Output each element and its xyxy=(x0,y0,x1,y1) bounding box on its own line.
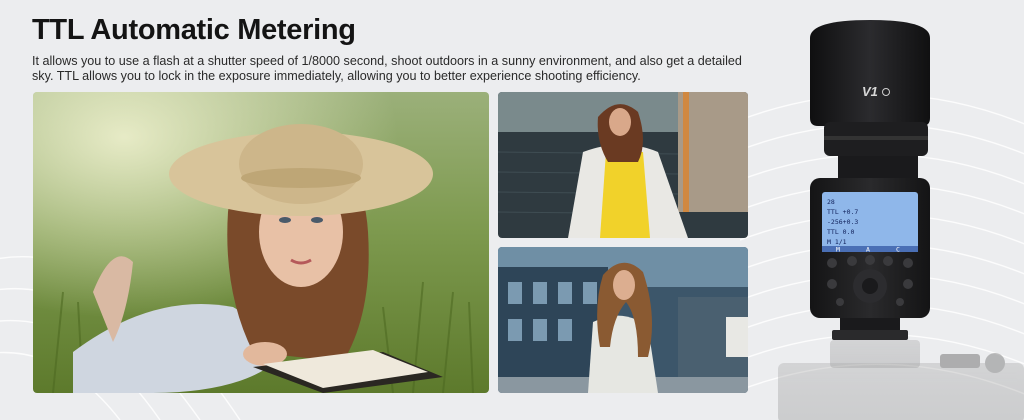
flash-button-9 xyxy=(896,298,904,306)
lcd-row-2: TTL +0.7 xyxy=(827,208,858,216)
flash-button-8 xyxy=(836,298,844,306)
flash-button-7 xyxy=(903,279,913,289)
photo-woman-straw-hat xyxy=(33,92,489,393)
photo-woman-city-street xyxy=(498,247,748,393)
photo-woman-yellow-dress-lake xyxy=(498,92,748,238)
godox-v1-flash-product: V1 28 TTL +0.7 -256+0.3 TTL 0.0 M 1/1 M … xyxy=(770,18,1024,420)
lcd-row-4: TTL 0.0 xyxy=(827,228,854,236)
page-title: TTL Automatic Metering xyxy=(32,14,356,46)
camera-body xyxy=(778,340,1024,420)
flash-button-6 xyxy=(827,279,837,289)
lcd-row-3: -256+0.3 xyxy=(827,218,858,226)
flash-button-4 xyxy=(883,256,893,266)
lcd-row-1: 28 xyxy=(827,198,835,206)
lcd-tab-a: A xyxy=(866,246,870,254)
lcd-tab-c: C xyxy=(896,246,900,254)
flash-button-2 xyxy=(847,256,857,266)
description-text: It allows you to use a flash at a shutte… xyxy=(32,54,742,83)
flash-button-5 xyxy=(903,258,913,268)
flash-model-label: V1 xyxy=(862,84,878,99)
flash-set-button xyxy=(862,278,878,294)
flash-button-3 xyxy=(865,255,875,265)
flash-button-1 xyxy=(827,258,837,268)
lcd-tab-m: M xyxy=(836,246,840,254)
